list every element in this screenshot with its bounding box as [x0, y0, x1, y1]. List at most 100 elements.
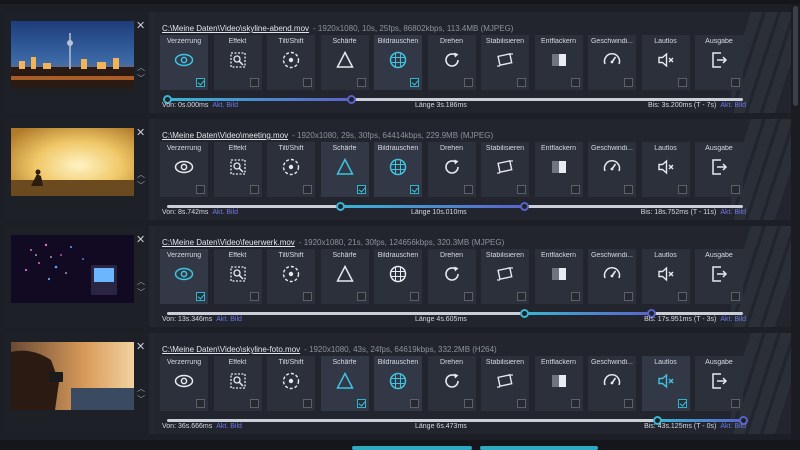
move-up-icon[interactable]: ︿	[135, 169, 147, 180]
set-end-current-frame-link[interactable]: Akt. Bild	[720, 209, 746, 216]
move-down-icon[interactable]: ﹀	[135, 73, 147, 84]
move-up-icon[interactable]: ︿	[135, 383, 147, 394]
filter-checkbox[interactable]	[249, 185, 259, 194]
clip-thumbnail[interactable]	[11, 128, 134, 196]
move-up-icon[interactable]: ︿	[135, 62, 147, 73]
filter-tile-deflicker[interactable]: Entflackern	[534, 249, 583, 304]
close-icon[interactable]: ✕	[136, 235, 145, 246]
filter-tile-noise[interactable]: Bildrauschen	[374, 356, 422, 411]
filter-tile-noise[interactable]: Bildrauschen	[374, 249, 422, 304]
scrollbar[interactable]	[791, 4, 800, 440]
filter-checkbox[interactable]	[303, 399, 312, 408]
filter-tile-export[interactable]: Ausgabe	[695, 35, 743, 90]
filter-tile-deflicker[interactable]: Entflackern	[534, 35, 583, 90]
filter-checkbox[interactable]	[517, 78, 526, 87]
filter-checkbox[interactable]	[624, 185, 633, 194]
filter-tile-stabilize[interactable]: Stabilisieren	[481, 356, 529, 411]
bottom-tab-indicator[interactable]	[480, 446, 598, 450]
set-start-current-frame-link[interactable]: Akt. Bild	[212, 102, 238, 109]
trim-range-slider[interactable]	[167, 416, 748, 425]
filter-checkbox[interactable]	[410, 78, 419, 87]
filter-checkbox[interactable]	[249, 399, 259, 408]
file-path-link[interactable]: C:\Meine Daten\Video\meeting.mov	[162, 131, 288, 140]
close-icon[interactable]: ✕	[136, 21, 145, 32]
filter-tile-eye[interactable]: Verzerrung	[160, 142, 208, 197]
filter-tile-eye[interactable]: Verzerrung	[160, 249, 208, 304]
filter-checkbox[interactable]	[463, 292, 473, 301]
filter-tile-effect[interactable]: Effekt	[213, 356, 262, 411]
filter-checkbox[interactable]	[731, 292, 740, 301]
filter-tile-speedometer[interactable]: Geschwindi...	[588, 142, 636, 197]
filter-checkbox[interactable]	[570, 78, 580, 87]
move-up-icon[interactable]: ︿	[135, 276, 147, 287]
clip-thumbnail[interactable]	[11, 21, 134, 89]
filter-tile-rotate[interactable]: Drehen	[427, 356, 476, 411]
filter-checkbox[interactable]	[731, 185, 740, 194]
trim-start-handle[interactable]	[520, 309, 530, 318]
filter-checkbox[interactable]	[677, 399, 687, 408]
filter-checkbox[interactable]	[196, 185, 205, 194]
filter-tile-mute[interactable]: Lautlos	[641, 356, 690, 411]
bottom-tab-indicator[interactable]	[352, 446, 472, 450]
filter-checkbox[interactable]	[356, 292, 366, 301]
trim-start-handle[interactable]	[335, 202, 345, 211]
set-start-current-frame-link[interactable]: Akt. Bild	[216, 423, 242, 430]
filter-tile-eye[interactable]: Verzerrung	[160, 356, 208, 411]
file-path-link[interactable]: C:\Meine Daten\Video\feuerwerk.mov	[162, 238, 295, 247]
set-end-current-frame-link[interactable]: Akt. Bild	[720, 102, 746, 109]
filter-checkbox[interactable]	[410, 185, 419, 194]
filter-checkbox[interactable]	[410, 292, 419, 301]
set-start-current-frame-link[interactable]: Akt. Bild	[212, 209, 238, 216]
trim-range-slider[interactable]	[163, 95, 743, 104]
filter-checkbox[interactable]	[196, 78, 205, 87]
filter-tile-mute[interactable]: Lautlos	[641, 142, 690, 197]
set-end-current-frame-link[interactable]: Akt. Bild	[720, 423, 746, 430]
filter-checkbox[interactable]	[570, 292, 580, 301]
filter-checkbox[interactable]	[303, 292, 312, 301]
trim-range-slider[interactable]	[167, 202, 743, 211]
filter-checkbox[interactable]	[677, 292, 687, 301]
filter-tile-noise[interactable]: Bildrauschen	[374, 35, 422, 90]
filter-checkbox[interactable]	[196, 399, 205, 408]
trim-range-slider[interactable]	[167, 309, 743, 318]
file-path-link[interactable]: C:\Meine Daten\Video\skyline-foto.mov	[162, 345, 300, 354]
filter-tile-tilt-shift[interactable]: Tilt/Shift	[267, 356, 315, 411]
filter-tile-deflicker[interactable]: Entflackern	[534, 356, 583, 411]
clip-thumbnail[interactable]	[11, 235, 134, 303]
move-down-icon[interactable]: ﹀	[135, 394, 147, 405]
filter-tile-export[interactable]: Ausgabe	[695, 142, 743, 197]
filter-checkbox[interactable]	[731, 399, 740, 408]
filter-tile-sharpness[interactable]: Schärfe	[320, 35, 369, 90]
filter-tile-speedometer[interactable]: Geschwindi...	[588, 356, 636, 411]
filter-checkbox[interactable]	[356, 399, 366, 408]
filter-tile-mute[interactable]: Lautlos	[641, 35, 690, 90]
filter-checkbox[interactable]	[196, 292, 205, 301]
filter-tile-export[interactable]: Ausgabe	[695, 356, 743, 411]
filter-checkbox[interactable]	[410, 399, 419, 408]
filter-tile-sharpness[interactable]: Schärfe	[320, 249, 369, 304]
set-start-current-frame-link[interactable]: Akt. Bild	[216, 316, 242, 323]
filter-checkbox[interactable]	[356, 78, 366, 87]
filter-checkbox[interactable]	[303, 78, 312, 87]
filter-tile-stabilize[interactable]: Stabilisieren	[481, 142, 529, 197]
clip-thumbnail[interactable]	[11, 342, 134, 410]
filter-tile-speedometer[interactable]: Geschwindi...	[588, 35, 636, 90]
filter-tile-sharpness[interactable]: Schärfe	[320, 356, 369, 411]
trim-end-handle[interactable]	[347, 95, 357, 104]
move-down-icon[interactable]: ﹀	[135, 180, 147, 191]
filter-tile-effect[interactable]: Effekt	[213, 249, 262, 304]
file-path-link[interactable]: C:\Meine Daten\Video\skyline-abend.mov	[162, 24, 309, 33]
filter-tile-export[interactable]: Ausgabe	[695, 249, 743, 304]
filter-checkbox[interactable]	[249, 292, 259, 301]
filter-checkbox[interactable]	[570, 185, 580, 194]
set-end-current-frame-link[interactable]: Akt. Bild	[720, 316, 746, 323]
filter-checkbox[interactable]	[463, 78, 473, 87]
filter-checkbox[interactable]	[624, 292, 633, 301]
filter-checkbox[interactable]	[731, 78, 740, 87]
filter-tile-effect[interactable]: Effekt	[213, 142, 262, 197]
filter-tile-noise[interactable]: Bildrauschen	[374, 142, 422, 197]
filter-tile-rotate[interactable]: Drehen	[427, 142, 476, 197]
move-down-icon[interactable]: ﹀	[135, 287, 147, 298]
scrollbar-thumb[interactable]	[793, 6, 798, 106]
filter-tile-tilt-shift[interactable]: Tilt/Shift	[267, 142, 315, 197]
